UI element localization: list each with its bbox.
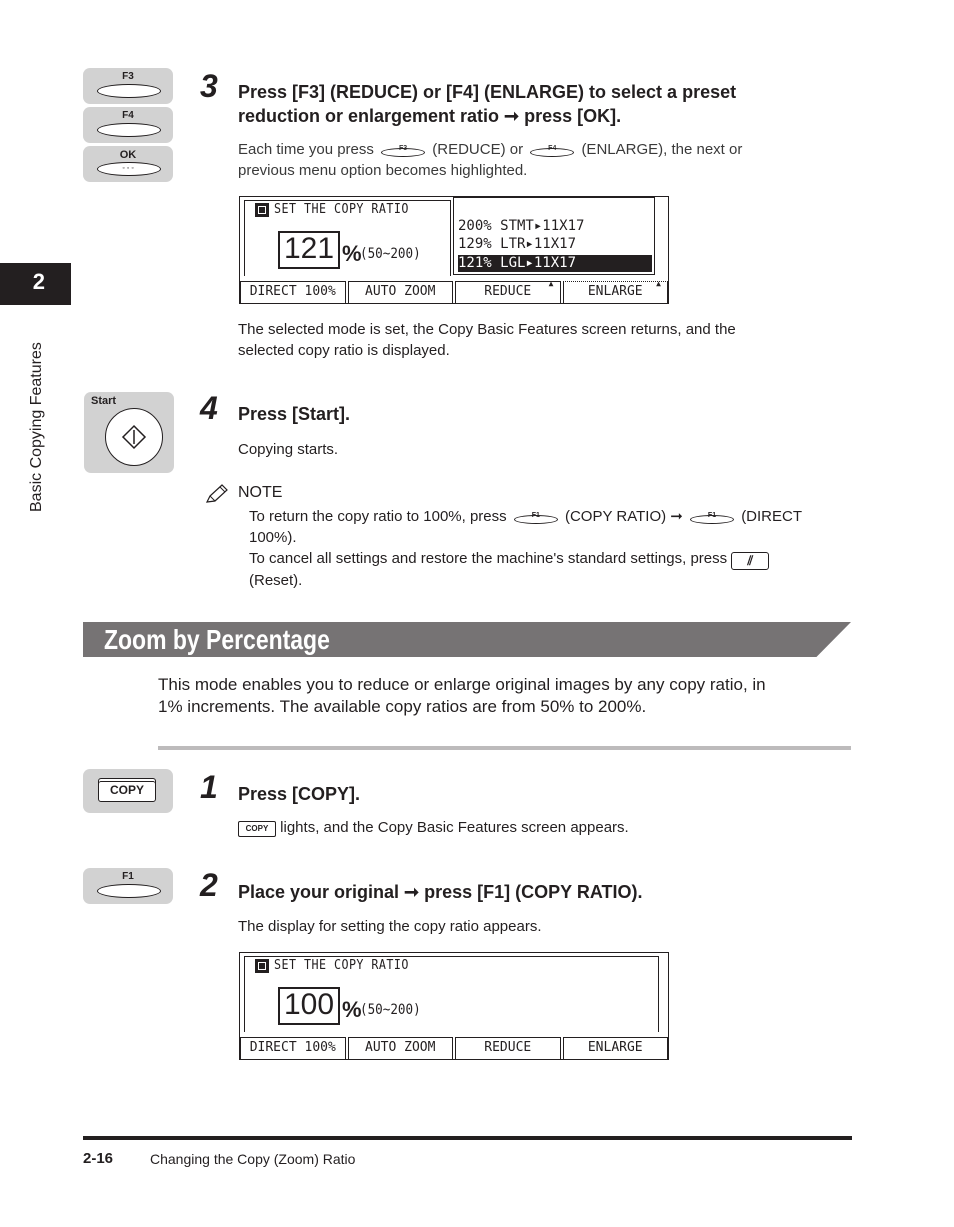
step-3-result: The selected mode is set, the Copy Basic… bbox=[238, 319, 838, 361]
f1-key-panel: F1 bbox=[83, 868, 173, 904]
copy-inline-key-icon: COPY bbox=[238, 821, 276, 837]
note-heading: NOTE bbox=[238, 484, 283, 501]
step-3-text-c: (ENLARGE), the next or bbox=[581, 141, 743, 158]
section-step-2-number: 2 bbox=[200, 867, 218, 903]
enlarge-button[interactable]: ENLARGE bbox=[562, 1037, 668, 1059]
f1-inline-key-icon: F1 bbox=[690, 508, 735, 524]
ratio-range: (50~200) bbox=[360, 1002, 421, 1018]
section-step-2-description: The display for setting the copy ratio a… bbox=[238, 918, 542, 935]
note-line1-c: (DIRECT bbox=[741, 508, 803, 525]
chapter-label: Basic Copying Features bbox=[28, 342, 45, 512]
lcd-display-preset: SET THE COPY RATIO 121 % (50~200) 200% S… bbox=[239, 196, 669, 304]
percent-sign: % bbox=[342, 241, 362, 266]
f1-inline-key-icon: F1 bbox=[513, 508, 558, 524]
up-triangle-icon: ▲ bbox=[656, 279, 661, 288]
note-line2-b: (Reset). bbox=[249, 572, 303, 589]
start-key-panel: Start bbox=[84, 392, 174, 473]
lcd-title: SET THE COPY RATIO bbox=[274, 202, 409, 217]
copy-key[interactable]: COPY bbox=[98, 778, 156, 802]
f3-inline-key-icon: F3 bbox=[381, 141, 426, 157]
section-intro-line2: 1% increments. The available copy ratios… bbox=[158, 697, 647, 716]
f4-inline-key-icon: F4 bbox=[530, 141, 575, 157]
step-3-result-line1: The selected mode is set, the Copy Basic… bbox=[238, 321, 736, 338]
lcd-display-copy-ratio: SET THE COPY RATIO 100 % (50~200) DIRECT… bbox=[239, 952, 669, 1060]
copy-ratio-icon bbox=[255, 959, 269, 973]
preset-option-121-selected[interactable]: 121% LGL▸11X17 bbox=[458, 255, 652, 272]
section-step-1-description: COPY lights, and the Copy Basic Features… bbox=[238, 817, 629, 838]
step-4-number: 4 bbox=[200, 390, 218, 426]
ratio-value: 100 bbox=[278, 987, 340, 1025]
note-line1-a: To return the copy ratio to 100%, press bbox=[249, 508, 507, 525]
step-3-result-line2: selected copy ratio is displayed. bbox=[238, 342, 450, 359]
f1-key[interactable] bbox=[97, 884, 161, 898]
copy-ratio-icon bbox=[255, 203, 269, 217]
ok-key-panel: OK ◦◦◦ bbox=[83, 146, 173, 182]
reduce-button[interactable]: REDUCE ▲ bbox=[455, 279, 561, 303]
lcd-softkeys: DIRECT 100% AUTO ZOOM REDUCE ▲ ENLARGE ▲ bbox=[240, 279, 668, 303]
note-line1-b: (COPY RATIO) ➞ bbox=[564, 508, 683, 525]
section-step-1-title: Press [COPY]. bbox=[238, 784, 361, 804]
step-3-title-line1: Press [F3] (REDUCE) or [F4] (ENLARGE) to… bbox=[238, 82, 737, 102]
preset-ratio-list: 200% STMT▸11X17 129% LTR▸11X17 121% LGL▸… bbox=[453, 197, 655, 275]
enlarge-button[interactable]: ENLARGE ▲ bbox=[562, 279, 668, 303]
f3-key-panel: F3 bbox=[83, 68, 173, 104]
section-step-1-number: 1 bbox=[200, 769, 218, 805]
step-3-number: 3 bbox=[200, 68, 218, 104]
start-key-label: Start bbox=[91, 395, 117, 407]
ratio-value: 121 bbox=[278, 231, 340, 269]
reduce-button[interactable]: REDUCE bbox=[455, 1037, 561, 1059]
step-3-title: Press [F3] (REDUCE) or [F4] (ENLARGE) to… bbox=[238, 80, 736, 128]
up-triangle-icon: ▲ bbox=[548, 279, 554, 288]
note-line1-d: 100%). bbox=[249, 529, 297, 546]
ok-key-label: OK bbox=[119, 149, 137, 161]
note-line2-a: To cancel all settings and restore the m… bbox=[249, 550, 728, 567]
step-3-description: Each time you press F3 (REDUCE) or F4 (E… bbox=[238, 139, 818, 181]
section-title: Zoom by Percentage bbox=[104, 624, 330, 655]
enlarge-label: ENLARGE bbox=[587, 284, 643, 299]
step-3-text-a: Each time you press bbox=[238, 141, 374, 158]
lcd-softkeys: DIRECT 100% AUTO ZOOM REDUCE ENLARGE bbox=[240, 1037, 668, 1059]
start-icon bbox=[121, 424, 147, 450]
f4-key[interactable] bbox=[97, 123, 161, 137]
section-step-1-text: lights, and the Copy Basic Features scre… bbox=[280, 819, 629, 836]
note-body: To return the copy ratio to 100%, press … bbox=[249, 506, 849, 591]
start-key[interactable] bbox=[105, 408, 163, 466]
f3-key[interactable] bbox=[97, 84, 161, 98]
chapter-tab: 2 bbox=[0, 263, 71, 305]
section-divider bbox=[158, 746, 851, 750]
f4-key-panel: F4 bbox=[83, 107, 173, 143]
footer-section-title: Changing the Copy (Zoom) Ratio bbox=[150, 1151, 356, 1167]
copy-key-panel: COPY bbox=[83, 769, 173, 813]
f1-key-label: F1 bbox=[122, 871, 134, 882]
section-intro: This mode enables you to reduce or enlar… bbox=[158, 674, 848, 718]
pencil-note-icon bbox=[205, 484, 228, 503]
section-intro-line1: This mode enables you to reduce or enlar… bbox=[158, 675, 766, 694]
ratio-range: (50~200) bbox=[360, 246, 421, 262]
lcd-title: SET THE COPY RATIO bbox=[274, 958, 409, 973]
auto-zoom-button[interactable]: AUTO ZOOM bbox=[347, 1037, 453, 1059]
footer-rule bbox=[83, 1136, 852, 1140]
step-4-title: Press [Start]. bbox=[238, 404, 351, 424]
percent-sign: % bbox=[342, 997, 362, 1022]
preset-option-129[interactable]: 129% LTR▸11X17 bbox=[458, 236, 652, 253]
section-step-2-title: Place your original ➞ press [F1] (COPY R… bbox=[238, 882, 643, 902]
step-3-text-b: (REDUCE) or bbox=[432, 141, 524, 158]
reduce-label: REDUCE bbox=[484, 284, 532, 299]
step-4-description: Copying starts. bbox=[238, 441, 339, 458]
direct-100-button[interactable]: DIRECT 100% bbox=[240, 281, 346, 303]
f3-key-label: F3 bbox=[122, 71, 134, 82]
step-3-text-line2: previous menu option becomes highlighted… bbox=[238, 162, 528, 179]
direct-100-button[interactable]: DIRECT 100% bbox=[240, 1037, 346, 1059]
f4-key-label: F4 bbox=[122, 110, 134, 121]
preset-option-200[interactable]: 200% STMT▸11X17 bbox=[458, 218, 652, 235]
auto-zoom-button[interactable]: AUTO ZOOM bbox=[347, 281, 453, 303]
reset-key-icon: ⫽ bbox=[731, 552, 770, 570]
ok-key[interactable]: ◦◦◦ bbox=[97, 162, 161, 176]
ok-dots-icon: ◦◦◦ bbox=[122, 165, 136, 172]
chapter-number: 2 bbox=[32, 269, 45, 294]
step-3-title-line2: reduction or enlargement ratio ➞ press [… bbox=[238, 106, 622, 126]
page-number: 2-16 bbox=[83, 1150, 114, 1167]
